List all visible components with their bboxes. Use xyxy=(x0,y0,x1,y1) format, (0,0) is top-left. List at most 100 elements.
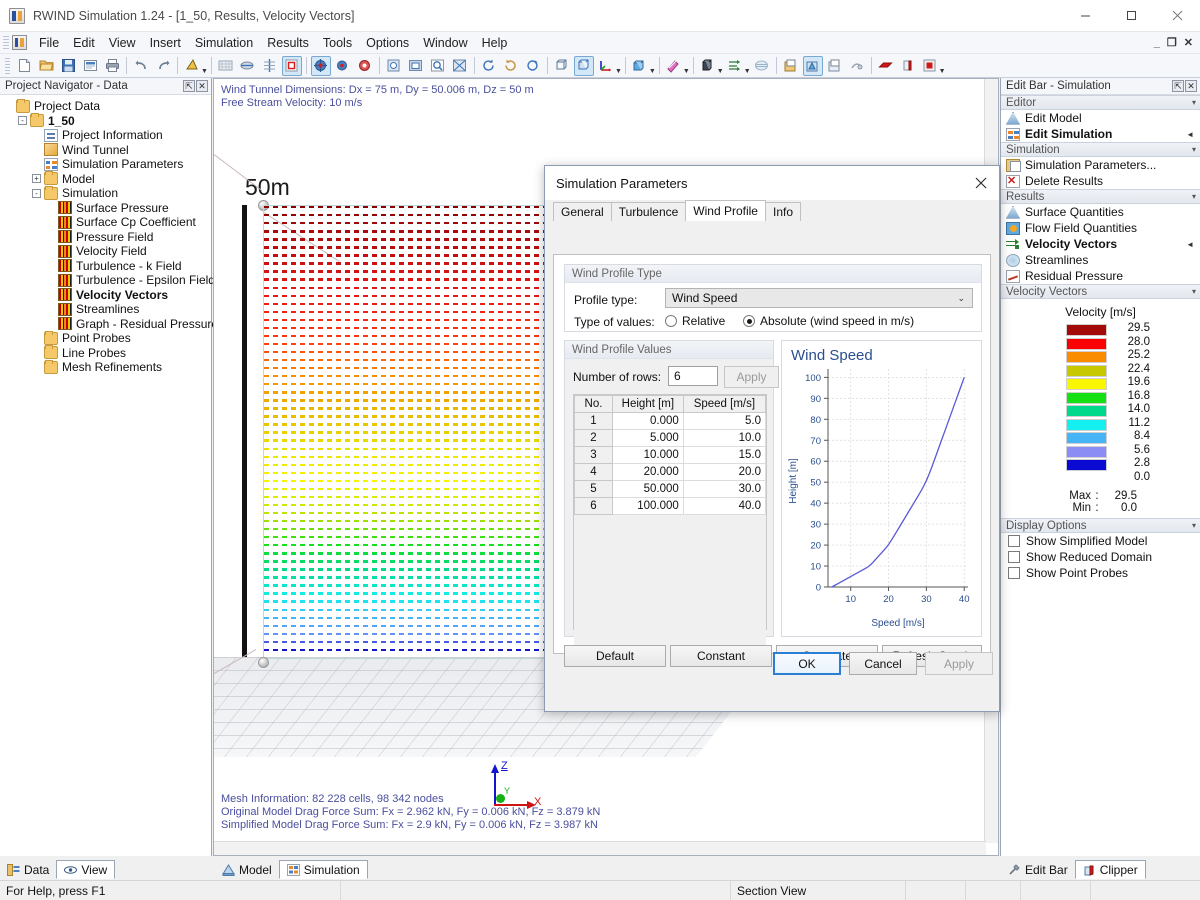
solid-view-icon[interactable] xyxy=(574,56,594,76)
menu-item-edit[interactable]: Edit xyxy=(66,33,102,53)
dimension-handle-bottom[interactable] xyxy=(258,657,269,668)
speed-cell[interactable]: 5.0 xyxy=(683,413,765,430)
rotate-right-icon[interactable] xyxy=(523,56,543,76)
zoom-fit-icon[interactable] xyxy=(450,56,470,76)
zoom-window-icon[interactable] xyxy=(406,56,426,76)
height-cell[interactable]: 100.000 xyxy=(613,498,684,515)
toolbar-grip-handle[interactable] xyxy=(5,58,10,74)
menu-item-simulation[interactable]: Simulation xyxy=(188,33,260,53)
apply-rows-button[interactable]: Apply xyxy=(724,366,779,388)
zoom-all-icon[interactable] xyxy=(384,56,404,76)
tree-item[interactable]: Surface Cp Coefficient xyxy=(4,215,211,230)
vectors-dropdown-arrow[interactable]: ▼ xyxy=(744,68,751,75)
edit-bar-item[interactable]: Delete Results xyxy=(1001,173,1200,189)
speed-cell[interactable]: 20.0 xyxy=(683,464,765,481)
speed-cell[interactable]: 40.0 xyxy=(683,498,765,515)
table-row[interactable]: 550.00030.0 xyxy=(575,481,766,498)
expand-arrow-icon[interactable]: ◄ xyxy=(1186,240,1194,249)
grid-icon[interactable] xyxy=(260,56,280,76)
edit-bar-item[interactable]: Edit Simulation◄ xyxy=(1001,126,1200,142)
edit-bar-item[interactable]: Simulation Parameters... xyxy=(1001,157,1200,173)
height-cell[interactable]: 50.000 xyxy=(613,481,684,498)
table-row[interactable]: 420.00020.0 xyxy=(575,464,766,481)
tree-item[interactable]: Point Probes xyxy=(4,331,211,346)
wireframe-icon[interactable] xyxy=(552,56,572,76)
tab-edit-bar[interactable]: Edit Bar xyxy=(1001,861,1075,879)
render-mode-icon[interactable] xyxy=(182,56,202,76)
menu-item-file[interactable]: File xyxy=(32,33,66,53)
display-option-item[interactable]: Show Reduced Domain xyxy=(1001,549,1200,565)
chevron-down-icon[interactable]: ▾ xyxy=(1192,145,1196,154)
section-view-icon[interactable] xyxy=(282,56,302,76)
dialog-tab-turbulence[interactable]: Turbulence xyxy=(611,202,687,221)
colors-icon[interactable] xyxy=(664,56,684,76)
checkbox[interactable] xyxy=(1008,551,1020,563)
tree-item[interactable]: -1_50 xyxy=(4,114,211,129)
tree-item[interactable]: Project Data xyxy=(4,99,211,114)
rotate-left-icon[interactable] xyxy=(501,56,521,76)
height-cell[interactable]: 5.000 xyxy=(613,430,684,447)
menu-item-tools[interactable]: Tools xyxy=(316,33,359,53)
edit-bar-item[interactable]: Streamlines xyxy=(1001,252,1200,268)
edit-bar-item[interactable]: Edit Model xyxy=(1001,110,1200,126)
apply-button[interactable]: Apply xyxy=(925,652,993,675)
minimize-button[interactable] xyxy=(1062,0,1108,32)
simulate-icon[interactable] xyxy=(311,56,331,76)
chevron-down-icon[interactable]: ⌄ xyxy=(957,293,972,304)
result-4-icon[interactable] xyxy=(847,56,867,76)
tab-model[interactable]: Model xyxy=(215,861,279,879)
colors-dropdown-arrow[interactable]: ▼ xyxy=(683,68,690,75)
axis-icon[interactable] xyxy=(596,56,616,76)
new-file-icon[interactable] xyxy=(14,56,34,76)
display-option-item[interactable]: Show Point Probes xyxy=(1001,565,1200,581)
speed-cell[interactable]: 15.0 xyxy=(683,447,765,464)
group-header[interactable]: Simulation▾ xyxy=(1001,142,1200,157)
edit-bar-item[interactable]: Velocity Vectors◄ xyxy=(1001,236,1200,252)
tree-item[interactable]: Mesh Refinements xyxy=(4,360,211,375)
display-options-group-header[interactable]: Display Options ▾ xyxy=(1001,518,1200,533)
absolute-radio[interactable]: Absolute (wind speed in m/s) xyxy=(743,314,914,328)
redo-icon[interactable] xyxy=(153,56,173,76)
menu-item-insert[interactable]: Insert xyxy=(143,33,188,53)
dialog-tab-wind-profile[interactable]: Wind Profile xyxy=(685,200,766,221)
tab-clipper[interactable]: Clipper xyxy=(1075,860,1146,879)
rotate-icon[interactable] xyxy=(479,56,499,76)
tree-item[interactable]: Velocity Vectors xyxy=(4,288,211,303)
cube-view-icon[interactable] xyxy=(630,56,650,76)
tree-item[interactable]: Surface Pressure xyxy=(4,201,211,216)
tree-item[interactable]: -Simulation xyxy=(4,186,211,201)
expand-icon[interactable]: + xyxy=(32,174,41,183)
mdi-close-button[interactable]: ✕ xyxy=(1183,36,1194,49)
tree-item[interactable]: Pressure Field xyxy=(4,230,211,245)
ok-button[interactable]: OK xyxy=(773,652,841,675)
editbar-pin-icon[interactable]: ⇱ xyxy=(1172,80,1184,92)
tree-item[interactable]: Graph - Residual Pressure xyxy=(4,317,211,332)
render-mode-dropdown-arrow[interactable]: ▼ xyxy=(201,68,208,75)
group-header[interactable]: Editor▾ xyxy=(1001,95,1200,110)
tree-item[interactable]: Turbulence - Epsilon Field xyxy=(4,273,211,288)
checkbox[interactable] xyxy=(1008,535,1020,547)
chevron-down-icon[interactable]: ▾ xyxy=(1192,192,1196,201)
menu-item-view[interactable]: View xyxy=(102,33,143,53)
viewport-horizontal-scrollbar[interactable] xyxy=(214,841,986,855)
height-cell[interactable]: 0.000 xyxy=(613,413,684,430)
toolbar-overflow-arrow[interactable]: ▼ xyxy=(939,68,946,75)
tab-simulation[interactable]: Simulation xyxy=(279,860,368,879)
print-icon[interactable] xyxy=(102,56,122,76)
velocity-vectors-group-header[interactable]: Velocity Vectors ▾ xyxy=(1001,284,1200,299)
expand-arrow-icon[interactable]: ◄ xyxy=(1186,130,1194,139)
close-button[interactable] xyxy=(1154,0,1200,32)
table-row[interactable]: 25.00010.0 xyxy=(575,430,766,447)
editbar-close-icon[interactable]: ✕ xyxy=(1185,80,1197,92)
tab-data[interactable]: Data xyxy=(0,861,56,879)
edit-bar-item[interactable]: Surface Quantities xyxy=(1001,204,1200,220)
tree-item[interactable]: Turbulence - k Field xyxy=(4,259,211,274)
mesh-icon[interactable] xyxy=(216,56,236,76)
edit-bar-item[interactable]: Flow Field Quantities xyxy=(1001,220,1200,236)
table-row[interactable]: 6100.00040.0 xyxy=(575,498,766,515)
tree-item[interactable]: Line Probes xyxy=(4,346,211,361)
render-dropdown-arrow[interactable]: ▼ xyxy=(717,68,724,75)
default-button[interactable]: Default xyxy=(564,645,666,667)
menu-grip-handle[interactable] xyxy=(3,36,9,50)
table-row[interactable]: 10.0005.0 xyxy=(575,413,766,430)
